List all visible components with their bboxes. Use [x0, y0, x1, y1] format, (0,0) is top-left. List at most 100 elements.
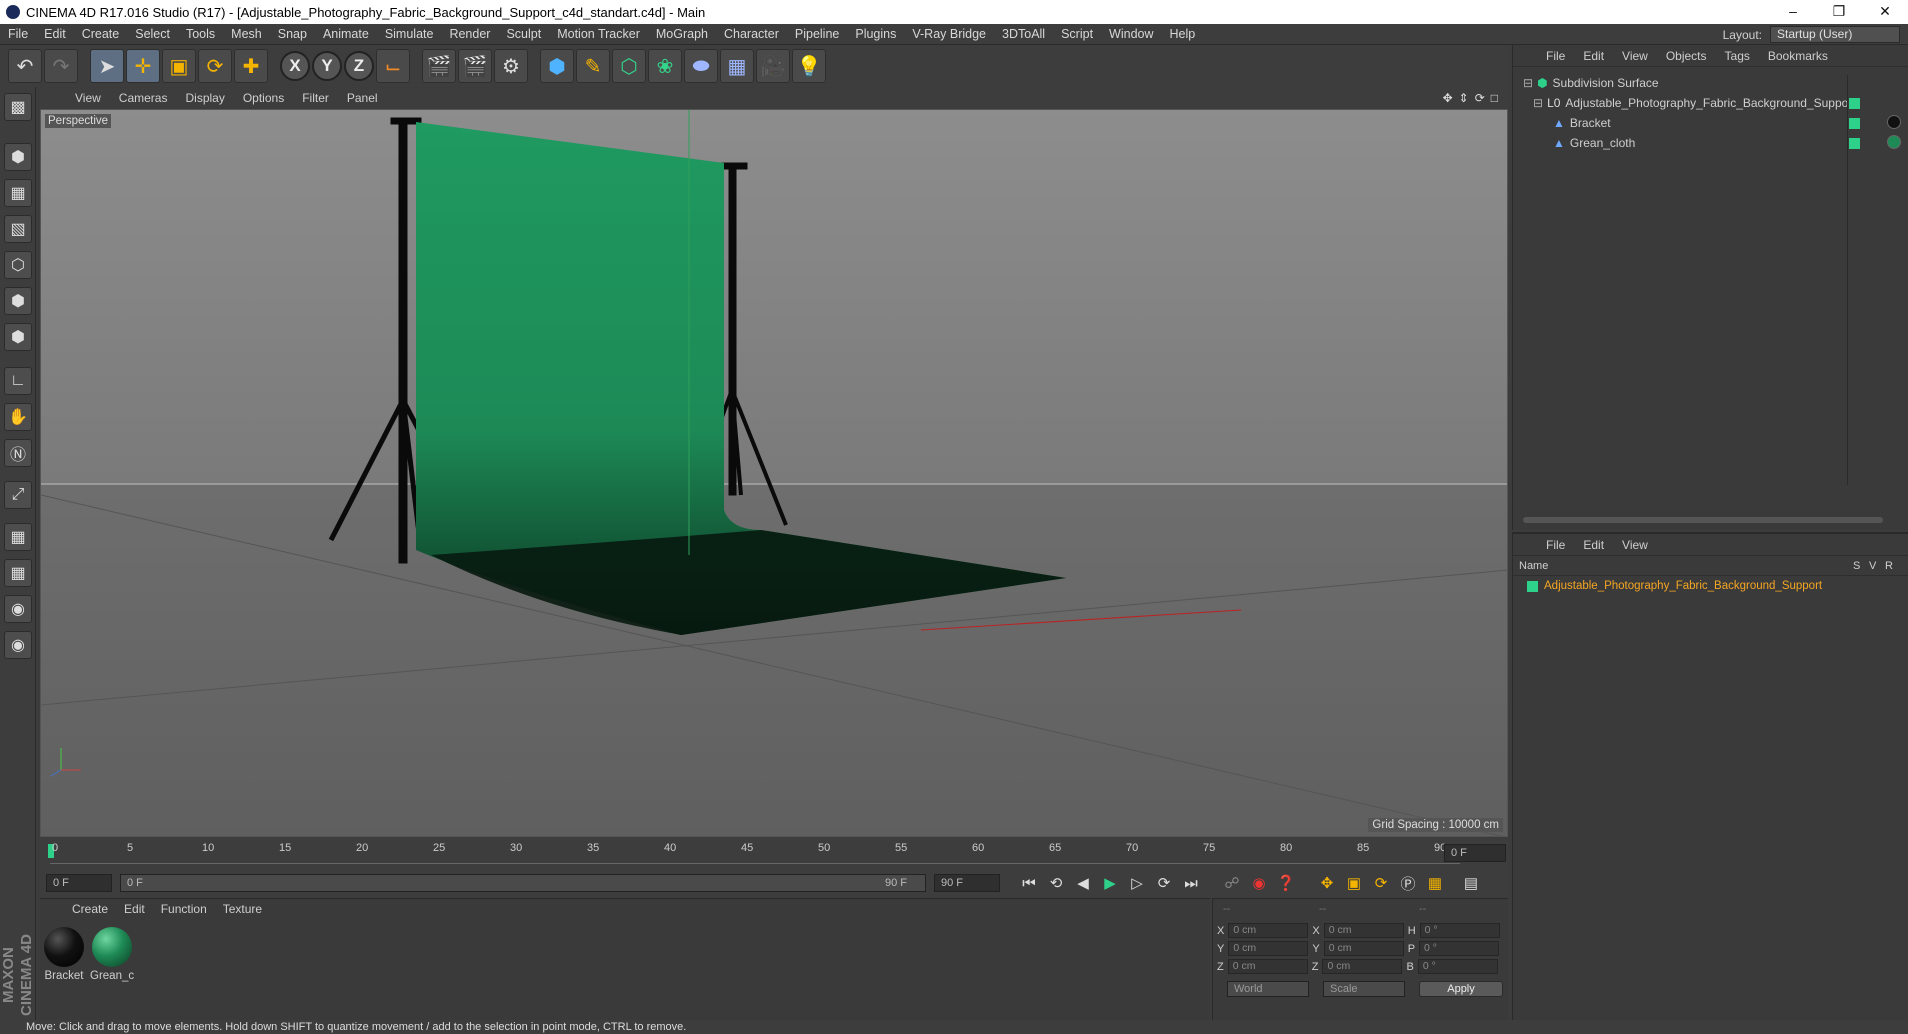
- rotate-tool-icon[interactable]: ⟳: [198, 49, 232, 83]
- spline-pen-icon[interactable]: ✎: [576, 49, 610, 83]
- timeline-window-icon[interactable]: ▤: [1459, 871, 1483, 895]
- start-frame-field[interactable]: 0 F: [46, 874, 112, 892]
- menu-tools[interactable]: Tools: [178, 27, 223, 41]
- object-menu-objects[interactable]: Objects: [1657, 49, 1716, 63]
- model-mode-icon[interactable]: ⬢: [4, 143, 32, 171]
- snap-icon[interactable]: Ⓝ: [4, 439, 32, 467]
- redo-icon[interactable]: ↷: [44, 49, 78, 83]
- play-forward-icon[interactable]: ▶: [1098, 871, 1122, 895]
- menu-help[interactable]: Help: [1162, 27, 1204, 41]
- layout-dropdown[interactable]: Startup (User): [1770, 26, 1900, 43]
- object-menu-edit[interactable]: Edit: [1574, 49, 1613, 63]
- viewport-menu-display[interactable]: Display: [176, 91, 233, 105]
- current-frame-field[interactable]: 0 F: [1444, 844, 1506, 862]
- subdivision-surface-icon[interactable]: ⬡: [612, 49, 646, 83]
- scale-tool-icon[interactable]: ▣: [162, 49, 196, 83]
- menu-motion-tracker[interactable]: Motion Tracker: [549, 27, 648, 41]
- move-tool-icon[interactable]: ✛: [126, 49, 160, 83]
- viewport-menu-options[interactable]: Options: [234, 91, 293, 105]
- viewport-menu-cameras[interactable]: Cameras: [110, 91, 177, 105]
- previous-key-icon[interactable]: ⟲: [1044, 871, 1068, 895]
- record-active-icon[interactable]: ◉: [1247, 871, 1271, 895]
- material-tag-bracket[interactable]: [1887, 115, 1901, 129]
- next-frame-icon[interactable]: ▷: [1125, 871, 1149, 895]
- make-editable-icon[interactable]: ▩: [4, 93, 32, 121]
- polygons-mode-icon[interactable]: ⬢: [4, 323, 32, 351]
- menu-select[interactable]: Select: [127, 27, 178, 41]
- dolly-view-icon[interactable]: ⇕: [1459, 91, 1469, 105]
- object-row-subdivision-surface[interactable]: ⊟ ⬢ Subdivision Surface: [1523, 74, 1853, 92]
- go-to-start-icon[interactable]: ⏮: [1017, 871, 1041, 895]
- cube-primitive-icon[interactable]: ⬢: [540, 49, 574, 83]
- python-console-icon[interactable]: ◉: [4, 631, 32, 659]
- axis-mode-icon[interactable]: ∟: [4, 367, 32, 395]
- key-scale-icon[interactable]: ▣: [1342, 871, 1366, 895]
- edges-mode-icon[interactable]: ⬢: [4, 287, 32, 315]
- material-menu-edit[interactable]: Edit: [116, 902, 153, 916]
- render-picture-viewer-icon[interactable]: 🎬: [458, 49, 492, 83]
- material-menu-function[interactable]: Function: [153, 902, 215, 916]
- rotation-h-field[interactable]: 0 °: [1419, 923, 1500, 938]
- go-to-end-icon[interactable]: ⏭: [1179, 871, 1203, 895]
- material-swatch-green-cloth[interactable]: Grean_c: [90, 927, 134, 982]
- attribute-menu-edit[interactable]: Edit: [1574, 538, 1613, 552]
- apply-button[interactable]: Apply: [1419, 981, 1503, 997]
- coord-mode-dropdown[interactable]: Scale: [1323, 981, 1405, 997]
- material-tag-green-cloth[interactable]: [1887, 135, 1901, 149]
- key-position-icon[interactable]: ✥: [1315, 871, 1339, 895]
- size-y-field[interactable]: 0 cm: [1323, 941, 1404, 956]
- x-axis-lock-icon[interactable]: X: [280, 51, 310, 81]
- select-arrow-icon[interactable]: ➤: [90, 49, 124, 83]
- viewport-menu-filter[interactable]: Filter: [293, 91, 338, 105]
- minimize-icon[interactable]: –: [1770, 0, 1816, 24]
- object-menu-view[interactable]: View: [1613, 49, 1657, 63]
- close-icon[interactable]: ✕: [1862, 0, 1908, 24]
- menu-vray-bridge[interactable]: V-Ray Bridge: [904, 27, 994, 41]
- coord-system-dropdown[interactable]: World: [1227, 981, 1309, 997]
- menu-create[interactable]: Create: [74, 27, 128, 41]
- planar-workplane-icon[interactable]: ▦: [4, 559, 32, 587]
- material-menu-create[interactable]: Create: [64, 902, 116, 916]
- menu-mesh[interactable]: Mesh: [223, 27, 270, 41]
- object-row-adjustable-support[interactable]: ⊟ L0 Adjustable_Photography_Fabric_Backg…: [1533, 94, 1863, 112]
- tweak-mode-icon[interactable]: ✋: [4, 403, 32, 431]
- key-pla-icon[interactable]: ▦: [1423, 871, 1447, 895]
- python-script-icon[interactable]: ◉: [4, 595, 32, 623]
- menu-character[interactable]: Character: [716, 27, 787, 41]
- attribute-menu-view[interactable]: View: [1613, 538, 1657, 552]
- position-z-field[interactable]: 0 cm: [1227, 959, 1308, 974]
- object-row-green-cloth[interactable]: ▲ Grean_cloth: [1553, 134, 1883, 152]
- y-axis-lock-icon[interactable]: Y: [312, 51, 342, 81]
- menu-pipeline[interactable]: Pipeline: [787, 27, 847, 41]
- z-axis-lock-icon[interactable]: Z: [344, 51, 374, 81]
- next-key-icon[interactable]: ⟳: [1152, 871, 1176, 895]
- live-select-icon[interactable]: ✚: [234, 49, 268, 83]
- restore-icon[interactable]: ❐: [1816, 0, 1862, 24]
- magnet-icon[interactable]: ⤢: [4, 481, 32, 509]
- material-menu-texture[interactable]: Texture: [215, 902, 270, 916]
- motion-record-icon[interactable]: ☍: [1220, 871, 1244, 895]
- range-slider[interactable]: 0 F 90 F: [120, 874, 926, 892]
- object-row-bracket[interactable]: ▲ Bracket: [1553, 114, 1883, 132]
- texture-mode-icon[interactable]: ▦: [4, 179, 32, 207]
- coordinate-system-icon[interactable]: ⌙: [376, 49, 410, 83]
- perspective-viewport[interactable]: Perspective Grid Spacing : 10000 cm: [40, 109, 1508, 837]
- menu-simulate[interactable]: Simulate: [377, 27, 442, 41]
- light-icon[interactable]: 💡: [792, 49, 826, 83]
- horizontal-scrollbar[interactable]: [1523, 517, 1883, 523]
- undo-icon[interactable]: ↶: [8, 49, 42, 83]
- array-icon[interactable]: ❀: [648, 49, 682, 83]
- rotation-b-field[interactable]: 0 °: [1417, 959, 1498, 974]
- rotation-p-field[interactable]: 0 °: [1419, 941, 1500, 956]
- end-frame-field[interactable]: 90 F: [934, 874, 1000, 892]
- menu-file[interactable]: File: [0, 27, 36, 41]
- maximize-view-icon[interactable]: □: [1491, 91, 1498, 105]
- orbit-view-icon[interactable]: ⟳: [1475, 91, 1485, 105]
- size-z-field[interactable]: 0 cm: [1322, 959, 1403, 974]
- menu-script[interactable]: Script: [1053, 27, 1101, 41]
- layer-row[interactable]: Adjustable_Photography_Fabric_Background…: [1527, 578, 1907, 594]
- attribute-menu-file[interactable]: File: [1537, 538, 1574, 552]
- position-y-field[interactable]: 0 cm: [1228, 941, 1309, 956]
- menu-animate[interactable]: Animate: [315, 27, 377, 41]
- workplane-mode-icon[interactable]: ▧: [4, 215, 32, 243]
